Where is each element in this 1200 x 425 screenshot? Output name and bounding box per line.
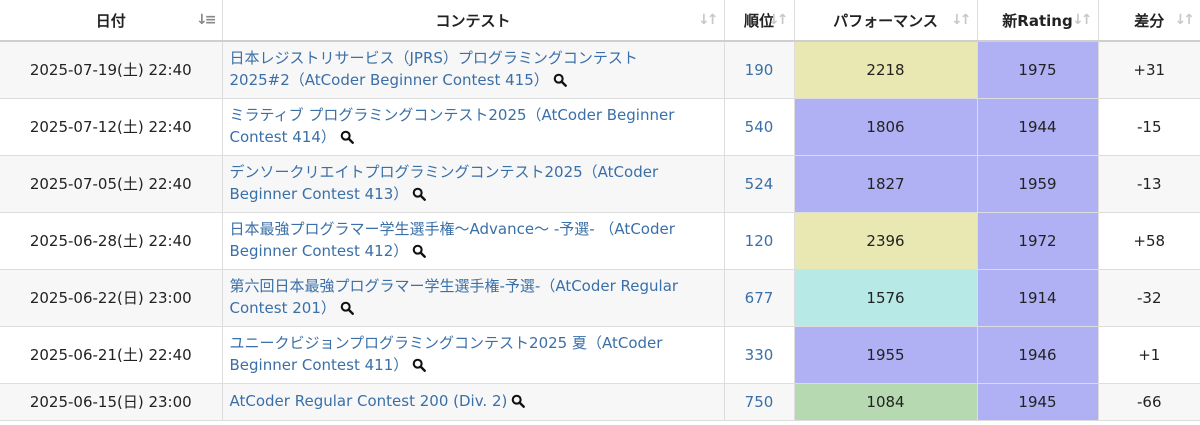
contest-link-line2[interactable]: 2025#2（AtCoder Beginner Contest 415）: [230, 71, 549, 89]
table-row: 2025-06-15(日) 23:00 AtCoder Regular Conte…: [0, 383, 1200, 421]
performance-cell: 2218: [794, 41, 978, 99]
new-rating-cell: 1914: [977, 269, 1099, 327]
new-rating-cell: 1959: [977, 155, 1099, 213]
contest-date: 2025-06-15(日) 23:00: [0, 383, 223, 421]
header-date-label: 日付: [95, 11, 126, 30]
performance-cell: 1827: [794, 155, 978, 213]
diff-cell: +31: [1098, 41, 1200, 99]
rank-link[interactable]: 540: [745, 118, 774, 136]
new-rating-cell: 1945: [977, 383, 1099, 421]
search-icon[interactable]: [412, 356, 427, 378]
rank-cell: 524: [724, 155, 795, 213]
sort-icon[interactable]: ↓↑: [951, 12, 972, 28]
diff-cell: +58: [1098, 212, 1200, 270]
contest-link[interactable]: ミラティブ プログラミングコンテスト2025（AtCoder Beginner: [230, 106, 675, 124]
rank-cell: 677: [724, 269, 795, 327]
new-rating-cell: 1975: [977, 41, 1099, 99]
sort-icon[interactable]: ↓↑: [1072, 12, 1093, 28]
diff-cell: +1: [1098, 326, 1200, 384]
contest-link-line2[interactable]: Beginner Contest 412）: [230, 242, 409, 260]
diff-cell: -13: [1098, 155, 1200, 213]
rank-cell: 190: [724, 41, 795, 99]
contest-date: 2025-06-21(土) 22:40: [0, 326, 223, 384]
table-row: 2025-06-28(土) 22:40 日本最強プログラマー学生選手権〜Advan…: [0, 212, 1200, 270]
search-icon[interactable]: [553, 71, 567, 93]
contest-link[interactable]: 日本レジストリサービス（JPRS）プログラミングコンテスト: [230, 49, 638, 67]
header-date[interactable]: 日付 ↓≡: [0, 0, 223, 42]
contest-cell: 日本レジストリサービス（JPRS）プログラミングコンテスト 2025#2（AtCo…: [222, 41, 725, 99]
table-row: 2025-07-05(土) 22:40 デンソークリエイトプログラミングコンテスト…: [0, 155, 1200, 213]
header-performance-label: パフォーマンス: [833, 11, 938, 30]
diff-cell: -66: [1098, 383, 1200, 421]
contest-cell: 第六回日本最強プログラマー学生選手権-予選-（AtCoder Regular Co…: [222, 269, 725, 327]
contest-link[interactable]: 日本最強プログラマー学生選手権〜Advance〜 -予選- （AtCoder: [230, 220, 675, 238]
header-diff-label: 差分: [1134, 11, 1165, 30]
contest-cell: デンソークリエイトプログラミングコンテスト2025（AtCoder Beginne…: [222, 155, 725, 213]
rank-link[interactable]: 190: [745, 61, 774, 79]
search-icon[interactable]: [412, 185, 427, 207]
contest-link-line2[interactable]: Contest 414）: [230, 128, 336, 146]
table-row: 2025-07-12(土) 22:40 ミラティブ プログラミングコンテスト202…: [0, 98, 1200, 156]
header-performance[interactable]: パフォーマンス ↓↑: [794, 0, 978, 42]
contest-link[interactable]: AtCoder Regular Contest 200 (Div. 2): [230, 392, 508, 410]
header-new-rating-label: 新Rating: [1002, 11, 1073, 30]
performance-cell: 1955: [794, 326, 978, 384]
contest-cell: ミラティブ プログラミングコンテスト2025（AtCoder Beginner C…: [222, 98, 725, 156]
table-row: 2025-06-21(土) 22:40 ユニークビジョンプログラミングコンテスト2…: [0, 326, 1200, 384]
sort-icon[interactable]: ↓↑: [1175, 12, 1196, 28]
header-contest-label: コンテスト: [435, 11, 511, 30]
rank-link[interactable]: 750: [745, 393, 774, 411]
contest-link[interactable]: デンソークリエイトプログラミングコンテスト2025（AtCoder: [230, 163, 659, 181]
rank-cell: 750: [724, 383, 795, 421]
contest-cell: 日本最強プログラマー学生選手権〜Advance〜 -予選- （AtCoder Be…: [222, 212, 725, 270]
new-rating-cell: 1972: [977, 212, 1099, 270]
sort-icon[interactable]: ↓↑: [698, 12, 719, 28]
contest-cell: AtCoder Regular Contest 200 (Div. 2): [222, 383, 725, 421]
contest-link-line2[interactable]: Contest 201）: [230, 299, 336, 317]
table-header-row: 日付 ↓≡ コンテスト ↓↑ 順位 ↓↑ パフォーマンス ↓↑ 新Rating ↓↑ 差分…: [0, 0, 1200, 42]
contest-link[interactable]: 第六回日本最強プログラマー学生選手権-予選-（AtCoder Regular: [230, 277, 679, 295]
rank-link[interactable]: 120: [745, 232, 774, 250]
performance-cell: 1576: [794, 269, 978, 327]
header-rank[interactable]: 順位 ↓↑: [724, 0, 795, 42]
rank-cell: 540: [724, 98, 795, 156]
rank-link[interactable]: 677: [745, 289, 774, 307]
contest-date: 2025-07-19(土) 22:40: [0, 41, 223, 99]
new-rating-cell: 1946: [977, 326, 1099, 384]
rank-cell: 330: [724, 326, 795, 384]
contest-link[interactable]: ユニークビジョンプログラミングコンテスト2025 夏（AtCoder: [230, 334, 663, 352]
contest-link-line2[interactable]: Beginner Contest 411）: [230, 356, 409, 374]
contest-link-line2[interactable]: Beginner Contest 413）: [230, 185, 409, 203]
sort-icon[interactable]: ↓↑: [768, 12, 789, 28]
contest-cell: ユニークビジョンプログラミングコンテスト2025 夏（AtCoder Beginn…: [222, 326, 725, 384]
performance-cell: 1084: [794, 383, 978, 421]
rank-link[interactable]: 524: [745, 175, 774, 193]
contest-date: 2025-07-12(土) 22:40: [0, 98, 223, 156]
search-icon[interactable]: [511, 392, 526, 414]
new-rating-cell: 1944: [977, 98, 1099, 156]
diff-cell: -32: [1098, 269, 1200, 327]
diff-cell: -15: [1098, 98, 1200, 156]
performance-cell: 2396: [794, 212, 978, 270]
header-new-rating[interactable]: 新Rating ↓↑: [977, 0, 1099, 42]
header-diff[interactable]: 差分 ↓↑: [1098, 0, 1200, 42]
table-row: 2025-06-22(日) 23:00 第六回日本最強プログラマー学生選手権-予選…: [0, 269, 1200, 327]
search-icon[interactable]: [340, 128, 354, 150]
contest-history-table: 日付 ↓≡ コンテスト ↓↑ 順位 ↓↑ パフォーマンス ↓↑ 新Rating ↓↑ 差分…: [0, 0, 1200, 421]
rank-link[interactable]: 330: [745, 346, 774, 364]
contest-date: 2025-07-05(土) 22:40: [0, 155, 223, 213]
contest-date: 2025-06-22(日) 23:00: [0, 269, 223, 327]
rank-cell: 120: [724, 212, 795, 270]
search-icon[interactable]: [412, 242, 427, 264]
sort-desc-icon[interactable]: ↓≡: [196, 12, 217, 28]
contest-date: 2025-06-28(土) 22:40: [0, 212, 223, 270]
search-icon[interactable]: [340, 299, 354, 321]
header-contest[interactable]: コンテスト ↓↑: [222, 0, 725, 42]
table-row: 2025-07-19(土) 22:40 日本レジストリサービス（JPRS）プログラ…: [0, 41, 1200, 99]
performance-cell: 1806: [794, 98, 978, 156]
